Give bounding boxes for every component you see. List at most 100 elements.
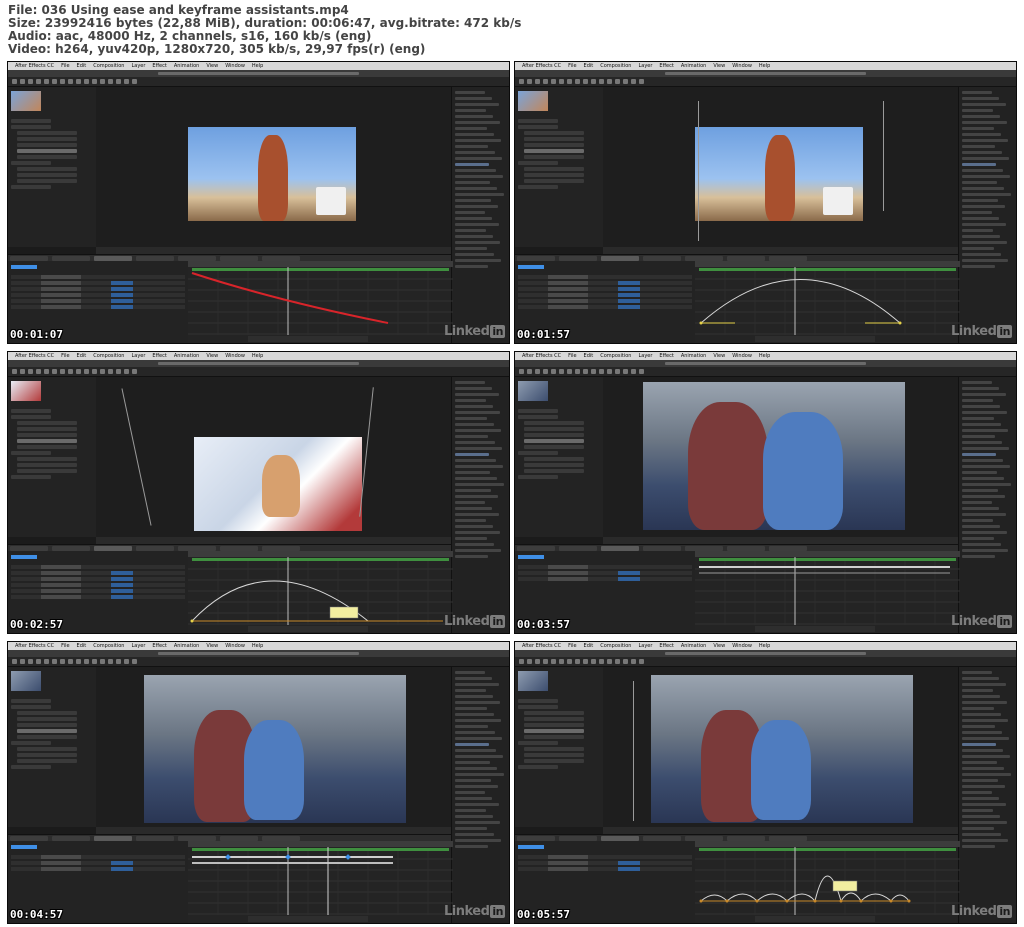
effects-list-item[interactable] bbox=[455, 205, 498, 208]
menu-item[interactable]: Window bbox=[732, 353, 752, 359]
effects-list-item[interactable] bbox=[962, 695, 1000, 698]
property-value[interactable] bbox=[111, 577, 133, 581]
project-item[interactable] bbox=[11, 451, 51, 455]
property-value[interactable] bbox=[111, 867, 133, 871]
effects-list-item[interactable] bbox=[962, 713, 1001, 716]
menu-item[interactable]: Effect bbox=[152, 63, 166, 69]
effects-list-item[interactable] bbox=[962, 453, 996, 456]
timecode-display[interactable] bbox=[11, 555, 37, 559]
project-item[interactable] bbox=[524, 717, 584, 721]
project-item[interactable] bbox=[518, 125, 558, 129]
tool-icon[interactable] bbox=[84, 79, 89, 84]
tool-icon[interactable] bbox=[639, 659, 644, 664]
tool-icon[interactable] bbox=[20, 79, 25, 84]
tool-icon[interactable] bbox=[519, 79, 524, 84]
tool-icon[interactable] bbox=[68, 369, 73, 374]
menu-item[interactable]: Animation bbox=[174, 63, 200, 69]
effects-list-item[interactable] bbox=[962, 797, 999, 800]
effects-list-item[interactable] bbox=[455, 489, 491, 492]
effects-list-item[interactable] bbox=[455, 845, 488, 848]
menu-item[interactable]: Composition bbox=[93, 643, 124, 649]
tool-icon[interactable] bbox=[44, 79, 49, 84]
tool-icon[interactable] bbox=[527, 659, 532, 664]
effects-list-item[interactable] bbox=[962, 471, 997, 474]
effects-list-item[interactable] bbox=[455, 767, 497, 770]
effects-list-item[interactable] bbox=[455, 725, 488, 728]
effects-list-item[interactable] bbox=[455, 247, 487, 250]
menu-item[interactable]: After Effects CC bbox=[522, 643, 561, 649]
project-item[interactable] bbox=[524, 131, 584, 135]
project-item[interactable] bbox=[518, 475, 558, 479]
tool-icon[interactable] bbox=[607, 79, 612, 84]
project-item[interactable] bbox=[17, 457, 77, 461]
effects-list-item[interactable] bbox=[455, 501, 485, 504]
menu-item[interactable]: View bbox=[713, 63, 725, 69]
project-item[interactable] bbox=[524, 143, 584, 147]
project-item[interactable] bbox=[518, 699, 558, 703]
effects-list-item[interactable] bbox=[455, 761, 490, 764]
layer-property-row[interactable] bbox=[518, 293, 692, 297]
property-value[interactable] bbox=[618, 577, 640, 581]
project-item[interactable] bbox=[518, 161, 558, 165]
layer-property-row[interactable] bbox=[11, 293, 185, 297]
tool-icon[interactable] bbox=[60, 79, 65, 84]
tool-icon[interactable] bbox=[28, 659, 33, 664]
tool-icon[interactable] bbox=[124, 369, 129, 374]
effects-list-item[interactable] bbox=[455, 217, 492, 220]
layer-property-row[interactable] bbox=[518, 577, 692, 581]
menu-item[interactable]: Layer bbox=[638, 63, 652, 69]
effects-list-item[interactable] bbox=[962, 477, 1004, 480]
effects-list-item[interactable] bbox=[455, 175, 503, 178]
tool-icon[interactable] bbox=[116, 659, 121, 664]
effects-list-item[interactable] bbox=[962, 495, 1005, 498]
layer-property-row[interactable] bbox=[11, 305, 185, 309]
project-item[interactable] bbox=[17, 137, 77, 141]
effects-list-item[interactable] bbox=[962, 555, 995, 558]
menu-item[interactable]: Help bbox=[252, 63, 263, 69]
project-item[interactable] bbox=[524, 439, 584, 443]
tool-icon[interactable] bbox=[575, 369, 580, 374]
tool-icon[interactable] bbox=[575, 659, 580, 664]
layer-property-row[interactable] bbox=[11, 299, 185, 303]
tool-icon[interactable] bbox=[92, 659, 97, 664]
effects-list-item[interactable] bbox=[962, 537, 994, 540]
menu-item[interactable]: Layer bbox=[131, 63, 145, 69]
effects-list-item[interactable] bbox=[962, 791, 992, 794]
effects-list-item[interactable] bbox=[962, 91, 992, 94]
project-item[interactable] bbox=[524, 469, 584, 473]
effects-list-item[interactable] bbox=[455, 151, 495, 154]
tool-icon[interactable] bbox=[60, 659, 65, 664]
menu-item[interactable]: View bbox=[206, 63, 218, 69]
effects-list-item[interactable] bbox=[962, 223, 1006, 226]
effects-list-item[interactable] bbox=[962, 767, 1004, 770]
menu-item[interactable]: Edit bbox=[77, 643, 87, 649]
menu-item[interactable]: Edit bbox=[77, 63, 87, 69]
property-value[interactable] bbox=[618, 571, 640, 575]
menu-item[interactable]: Animation bbox=[681, 643, 707, 649]
menu-item[interactable]: Edit bbox=[584, 353, 594, 359]
project-item[interactable] bbox=[17, 149, 77, 153]
effects-list-item[interactable] bbox=[455, 815, 493, 818]
menu-item[interactable]: Layer bbox=[131, 353, 145, 359]
effects-list-item[interactable] bbox=[455, 465, 503, 468]
effects-list-item[interactable] bbox=[962, 423, 1001, 426]
effects-list-item[interactable] bbox=[962, 193, 1011, 196]
menu-item[interactable]: File bbox=[61, 353, 69, 359]
effects-list-item[interactable] bbox=[455, 405, 493, 408]
project-item[interactable] bbox=[518, 409, 558, 413]
timecode-display[interactable] bbox=[518, 555, 544, 559]
layer-property-row[interactable] bbox=[518, 565, 692, 569]
effects-list-item[interactable] bbox=[455, 459, 496, 462]
effects-list-item[interactable] bbox=[455, 139, 501, 142]
tool-icon[interactable] bbox=[567, 369, 572, 374]
effects-list-item[interactable] bbox=[962, 507, 999, 510]
project-item[interactable] bbox=[17, 723, 77, 727]
effects-list-item[interactable] bbox=[455, 737, 502, 740]
layer-property-row[interactable] bbox=[11, 577, 185, 581]
effects-list-item[interactable] bbox=[962, 241, 1007, 244]
menu-item[interactable]: Help bbox=[252, 353, 263, 359]
tool-icon[interactable] bbox=[132, 369, 137, 374]
project-item[interactable] bbox=[524, 149, 584, 153]
tool-icon[interactable] bbox=[631, 659, 636, 664]
tool-icon[interactable] bbox=[12, 369, 17, 374]
